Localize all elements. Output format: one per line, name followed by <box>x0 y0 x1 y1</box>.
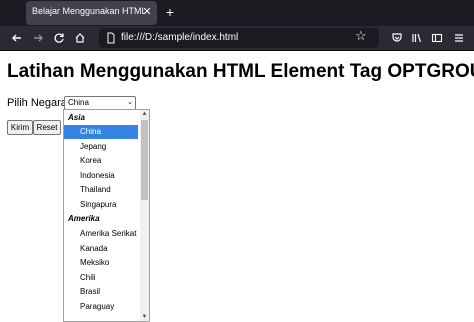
chevron-down-icon: ⌄ <box>127 99 133 106</box>
sidebar-icon[interactable] <box>428 29 446 47</box>
optgroup-label: Asia <box>68 113 85 122</box>
option-chili[interactable]: Chili <box>64 271 138 285</box>
page-icon <box>107 32 115 44</box>
scroll-down-icon[interactable]: ▼ <box>140 313 149 321</box>
select-value: China <box>68 98 89 107</box>
page-heading: Latihan Menggunakan HTML Element Tag OPT… <box>7 61 474 82</box>
option-brasil[interactable]: Brasil <box>64 285 138 299</box>
close-tab-icon[interactable]: ✕ <box>140 5 154 19</box>
reload-icon[interactable] <box>50 29 68 47</box>
option-indonesia[interactable]: Indonesia <box>64 169 138 183</box>
menu-icon[interactable] <box>450 29 468 47</box>
new-tab-icon[interactable]: + <box>162 4 178 20</box>
tab-title: Belajar Menggunakan HTML Element Ta <box>32 6 144 16</box>
forward-icon[interactable] <box>29 29 47 47</box>
back-icon[interactable] <box>8 29 26 47</box>
reset-button[interactable]: Reset <box>33 120 61 135</box>
country-select[interactable]: China ⌄ <box>64 96 136 110</box>
scroll-up-icon[interactable]: ▲ <box>140 110 149 118</box>
home-icon[interactable] <box>71 29 89 47</box>
nav-toolbar: file:///D:/sample/index.html ☆ <box>0 26 474 51</box>
option-paraguay[interactable]: Paraguay <box>64 300 138 314</box>
address-bar[interactable]: file:///D:/sample/index.html <box>99 28 379 48</box>
pocket-icon[interactable] <box>388 29 406 47</box>
option-meksiko[interactable]: Meksiko <box>64 256 138 270</box>
option-thailand[interactable]: Thailand <box>64 183 138 197</box>
option-china[interactable]: China <box>64 125 138 139</box>
submit-button[interactable]: Kirim <box>7 120 33 135</box>
url-text: file:///D:/sample/index.html <box>121 32 239 43</box>
option-amerika-serikat[interactable]: Amerika Serikat <box>64 227 138 241</box>
scrollbar-thumb[interactable] <box>141 120 148 200</box>
bookmark-star-icon[interactable]: ☆ <box>355 28 367 44</box>
tab-strip: Belajar Menggunakan HTML Element Ta ✕ + <box>0 0 474 26</box>
browser-tab[interactable]: Belajar Menggunakan HTML Element Ta ✕ <box>26 1 157 25</box>
option-singapura[interactable]: Singapura <box>64 198 138 212</box>
option-jepang[interactable]: Jepang <box>64 140 138 154</box>
library-icon[interactable] <box>408 29 426 47</box>
option-kanada[interactable]: Kanada <box>64 242 138 256</box>
option-korea[interactable]: Korea <box>64 154 138 168</box>
optgroup-label: Amerika <box>68 214 100 223</box>
dropdown-scrollbar[interactable]: ▲ ▼ <box>140 110 149 321</box>
country-dropdown-list[interactable]: Asia China Jepang Korea Indonesia Thaila… <box>63 109 150 322</box>
page-content: Latihan Menggunakan HTML Element Tag OPT… <box>0 51 474 322</box>
